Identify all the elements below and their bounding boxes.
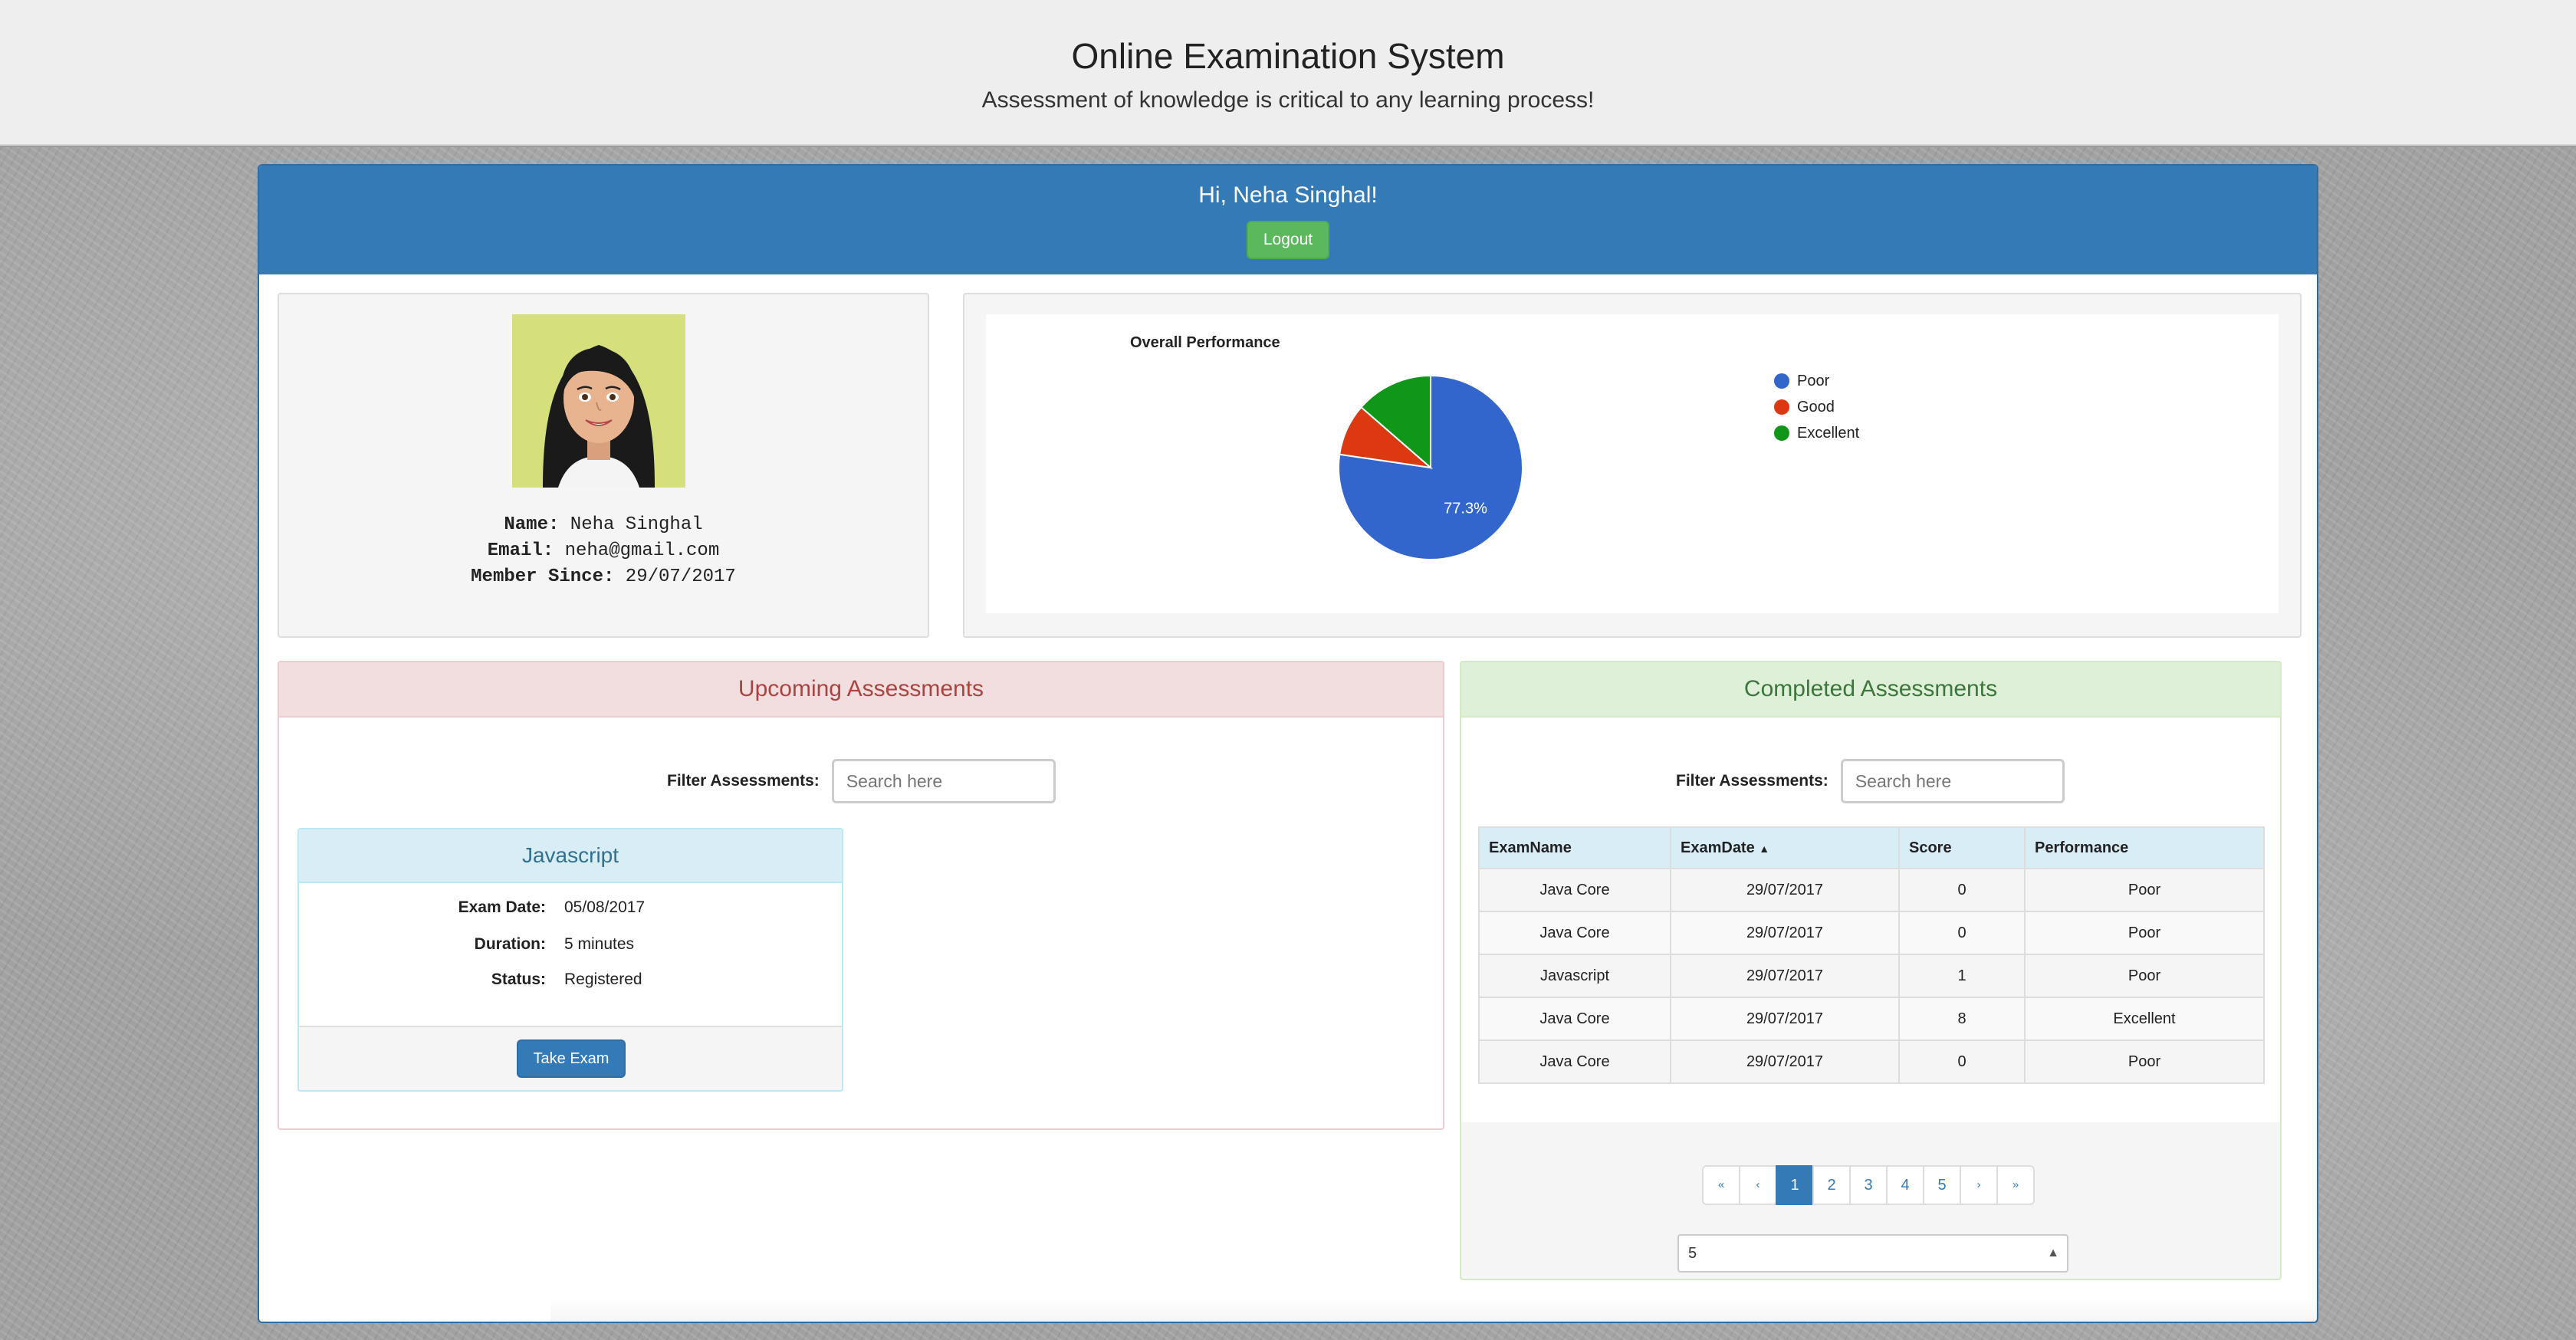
completed-filter: Filter Assessments:: [1676, 759, 2065, 803]
cell-examdate: 29/07/2017: [1670, 954, 1900, 998]
page-prev[interactable]: ‹: [1739, 1165, 1777, 1205]
col-header-examdate[interactable]: ExamDate ▲: [1670, 826, 1900, 869]
page-1[interactable]: 1: [1776, 1165, 1814, 1205]
page-last[interactable]: »: [1996, 1165, 2035, 1205]
cell-score: 0: [1898, 1039, 2026, 1084]
performance-chart: Overall Performance 77.3% Poor Good Exce…: [986, 314, 2279, 613]
cell-performance: Poor: [2024, 868, 2265, 912]
site-subtitle: Assessment of knowledge is critical to a…: [981, 87, 1595, 113]
page-size-value: 5: [1688, 1245, 1697, 1262]
page-4[interactable]: 4: [1886, 1165, 1924, 1205]
table-row: Java Core 29/07/2017 0 Poor: [1478, 1039, 2265, 1084]
cell-examname: Java Core: [1478, 997, 1671, 1041]
cell-performance: Poor: [2024, 1039, 2265, 1084]
cell-score: 0: [1898, 868, 2026, 912]
upcoming-heading: Upcoming Assessments: [279, 662, 1443, 718]
upcoming-filter: Filter Assessments:: [667, 759, 1056, 803]
cell-score: 1: [1898, 954, 2026, 998]
logout-button[interactable]: Logout: [1247, 221, 1329, 259]
legend-label-poor: Poor: [1797, 372, 1830, 389]
cell-performance: Excellent: [2024, 997, 2265, 1041]
cell-examdate: 29/07/2017: [1670, 1039, 1900, 1084]
upcoming-filter-label: Filter Assessments:: [667, 772, 820, 790]
pie-label-poor: 77.3%: [1444, 501, 1487, 517]
cell-examname: Java Core: [1478, 868, 1671, 912]
card-bottom-shade: [550, 1299, 2317, 1322]
table-row: Java Core 29/07/2017 8 Excellent: [1478, 997, 2265, 1041]
dashboard-card: Hi, Neha Singhal! Logout Name: Neha Sing…: [258, 164, 2318, 1323]
completed-assessments-panel: Completed Assessments Filter Assessments…: [1460, 661, 2282, 1280]
legend-label-excellent: Excellent: [1797, 424, 1860, 442]
select-arrows-icon: ▲: [2047, 1246, 2059, 1260]
cell-examdate: 29/07/2017: [1670, 997, 1900, 1041]
exam-card-footer: Take Exam: [299, 1026, 842, 1090]
site-title: Online Examination System: [1071, 36, 1505, 76]
legend-dot-poor: [1774, 373, 1789, 389]
performance-panel: Overall Performance 77.3% Poor Good Exce…: [963, 293, 2302, 638]
completed-table: ExamName ExamDate ▲ Score Performance Ja…: [1478, 826, 2265, 1084]
profile-panel: Name: Neha Singhal Email: neha@gmail.com…: [278, 293, 929, 638]
completed-filter-label: Filter Assessments:: [1676, 772, 1829, 790]
completed-body: Filter Assessments: ExamName ExamDate ▲ …: [1461, 718, 2280, 1122]
exam-date-value: 05/08/2017: [564, 898, 646, 916]
upcoming-search-input[interactable]: [831, 759, 1056, 803]
cell-examname: Javascript: [1478, 954, 1671, 998]
legend-item-excellent: Excellent: [1774, 420, 1859, 446]
site-header: Online Examination System Assessment of …: [0, 0, 2576, 146]
cell-examdate: 29/07/2017: [1670, 911, 1900, 955]
pie-chart: 77.3%: [1338, 374, 1523, 560]
dashboard-header: Hi, Neha Singhal! Logout: [259, 166, 2317, 274]
chart-title: Overall Performance: [1130, 334, 1280, 351]
completed-heading: Completed Assessments: [1461, 662, 2280, 718]
take-exam-button[interactable]: Take Exam: [517, 1039, 626, 1078]
page-first[interactable]: «: [1702, 1165, 1740, 1205]
col-header-examname[interactable]: ExamName: [1478, 826, 1671, 869]
legend-label-good: Good: [1797, 398, 1835, 415]
table-row: Java Core 29/07/2017 0 Poor: [1478, 911, 2265, 955]
cell-examname: Java Core: [1478, 1039, 1671, 1084]
exam-duration-value: 5 minutes: [564, 935, 635, 953]
page-2[interactable]: 2: [1812, 1165, 1851, 1205]
page-next[interactable]: ›: [1960, 1165, 1998, 1205]
member-since-label: Member Since:: [471, 567, 615, 587]
sort-asc-icon: ▲: [1759, 842, 1770, 855]
profile-info: Name: Neha Singhal Email: neha@gmail.com…: [279, 512, 928, 590]
name-label: Name:: [504, 514, 560, 535]
page-size-select[interactable]: 5 ▲: [1677, 1234, 2068, 1273]
member-since-date: 29/07/2017: [625, 567, 736, 587]
table-row: Java Core 29/07/2017 0 Poor: [1478, 868, 2265, 912]
email-label: Email:: [487, 540, 554, 561]
legend-item-good: Good: [1774, 394, 1859, 420]
user-greeting: Hi, Neha Singhal!: [1198, 182, 1378, 208]
page-5[interactable]: 5: [1923, 1165, 1961, 1205]
exam-card-title: Javascript: [299, 829, 842, 883]
table-row: Javascript 29/07/2017 1 Poor: [1478, 954, 2265, 998]
col-header-performance[interactable]: Performance: [2024, 826, 2265, 869]
user-name: Neha Singhal: [570, 514, 703, 535]
upcoming-assessments-panel: Upcoming Assessments Filter Assessments:…: [278, 661, 1444, 1130]
cell-performance: Poor: [2024, 954, 2265, 998]
page-3[interactable]: 3: [1849, 1165, 1888, 1205]
exam-status-value: Registered: [564, 971, 642, 988]
user-email: neha@gmail.com: [564, 540, 720, 561]
exam-card: Javascript Exam Date: 05/08/2017 Duratio…: [297, 828, 843, 1092]
cell-score: 0: [1898, 911, 2026, 955]
cell-examname: Java Core: [1478, 911, 1671, 955]
exam-status-label: Status:: [491, 971, 546, 988]
cell-examdate: 29/07/2017: [1670, 868, 1900, 912]
legend-dot-excellent: [1774, 425, 1789, 441]
legend-item-poor: Poor: [1774, 368, 1859, 394]
completed-search-input[interactable]: [1840, 759, 2065, 803]
legend-dot-good: [1774, 399, 1789, 415]
col-header-score[interactable]: Score: [1898, 826, 2026, 869]
cell-performance: Poor: [2024, 911, 2265, 955]
chart-legend: Poor Good Excellent: [1774, 368, 1859, 446]
exam-date-label: Exam Date:: [458, 898, 546, 916]
exam-duration-label: Duration:: [474, 935, 546, 953]
pagination: « ‹ 1 2 3 4 5 › »: [1702, 1165, 2035, 1205]
cell-score: 8: [1898, 997, 2026, 1041]
avatar: [512, 314, 685, 488]
